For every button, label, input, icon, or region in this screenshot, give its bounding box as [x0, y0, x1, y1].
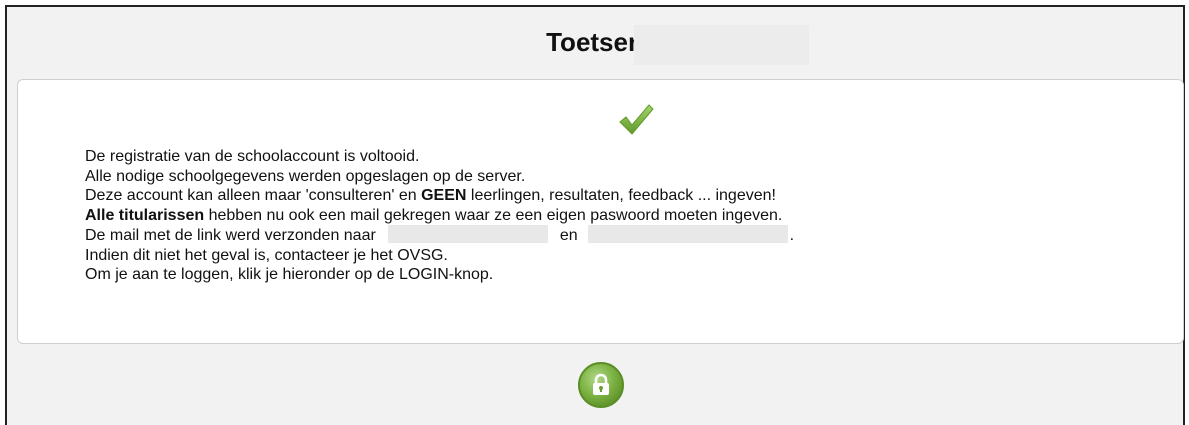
message-line: De registratie van de schoolaccount is v… [85, 148, 420, 165]
message-text: . [789, 227, 795, 244]
message-line: Om je aan te loggen, klik je hieronder o… [85, 266, 494, 283]
redacted-block [634, 25, 809, 65]
lock-icon [593, 373, 609, 395]
message-line: Alle nodige schoolgegevens werden opgesl… [85, 167, 526, 185]
confirmation-panel: De registratie van de schoolaccount is v… [17, 79, 1184, 344]
message-line: Deze account kan alleen maar 'consultere… [85, 186, 794, 206]
confirmation-message: De registratie van de schoolaccount is v… [85, 147, 794, 285]
title-bar: Toetsen [7, 7, 1183, 77]
redacted-email [587, 225, 788, 243]
login-button[interactable] [578, 362, 624, 408]
message-emphasis: Alle titularissen [85, 206, 205, 224]
message-line: Indien dit niet het geval is, contacteer… [85, 246, 448, 264]
message-line: Alle titularissen hebben nu ook een mail… [85, 206, 794, 226]
checkmark-icon [619, 104, 654, 135]
page-title: Toetsen [546, 26, 644, 57]
message-text: leerlingen, resultaten, feedback ... ing… [466, 187, 776, 204]
message-text: hebben nu ook een mail gekregen waar ze … [204, 206, 783, 224]
message-text: Deze account kan alleen maar 'consultere… [85, 187, 422, 204]
message-line: De mail met de link werd verzonden naar e… [85, 225, 794, 246]
redacted-email [387, 225, 548, 243]
message-emphasis: GEEN [421, 187, 467, 204]
message-text: De mail met de link werd verzonden naar [85, 227, 376, 244]
message-text: en [559, 227, 578, 244]
page-frame: Toetsen De registratie van de schoolacco… [5, 5, 1185, 425]
